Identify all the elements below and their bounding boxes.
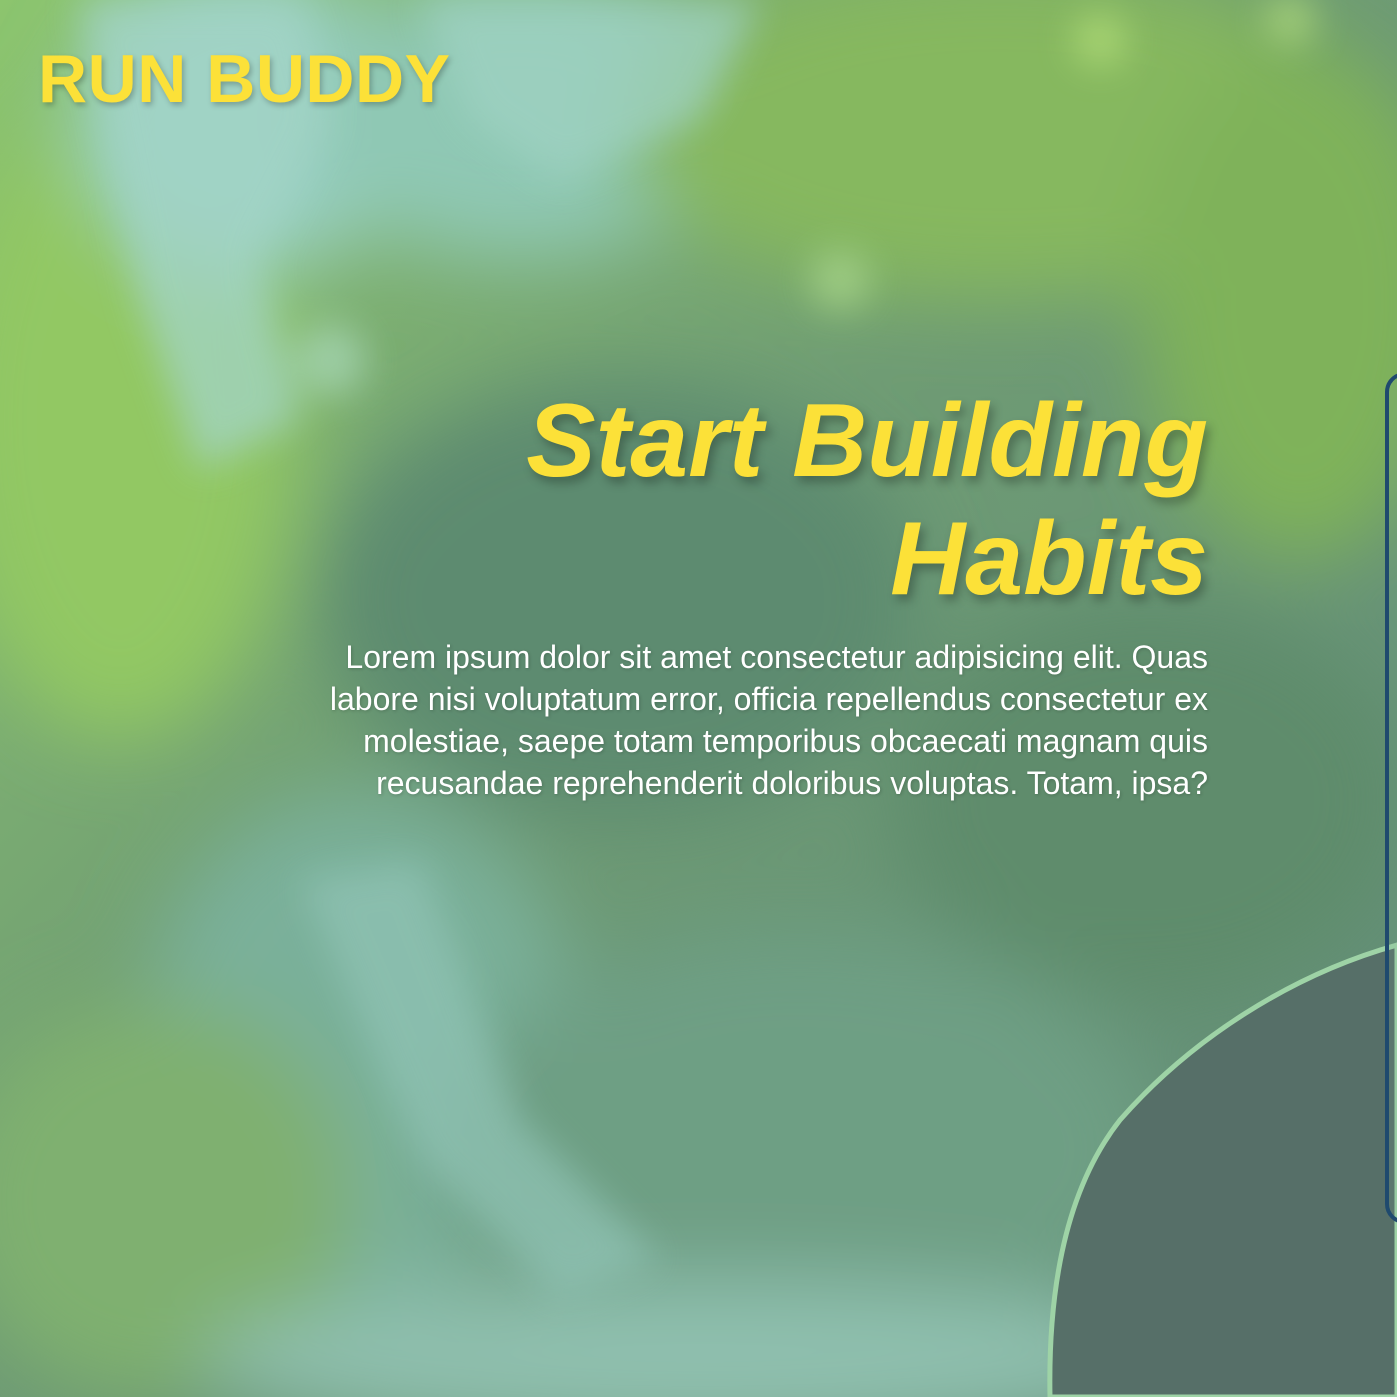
- hero-title-line-2: Habits: [890, 501, 1208, 617]
- signup-card-edge: [1385, 372, 1397, 1224]
- hero-section: Start Building Habits Lorem ipsum dolor …: [300, 382, 1208, 804]
- hero-title: Start Building Habits: [300, 382, 1208, 618]
- hero-title-line-1: Start Building: [526, 383, 1208, 499]
- hero-description: Lorem ipsum dolor sit amet consectetur a…: [329, 639, 1208, 801]
- brand-logo[interactable]: RUN BUDDY: [38, 40, 451, 118]
